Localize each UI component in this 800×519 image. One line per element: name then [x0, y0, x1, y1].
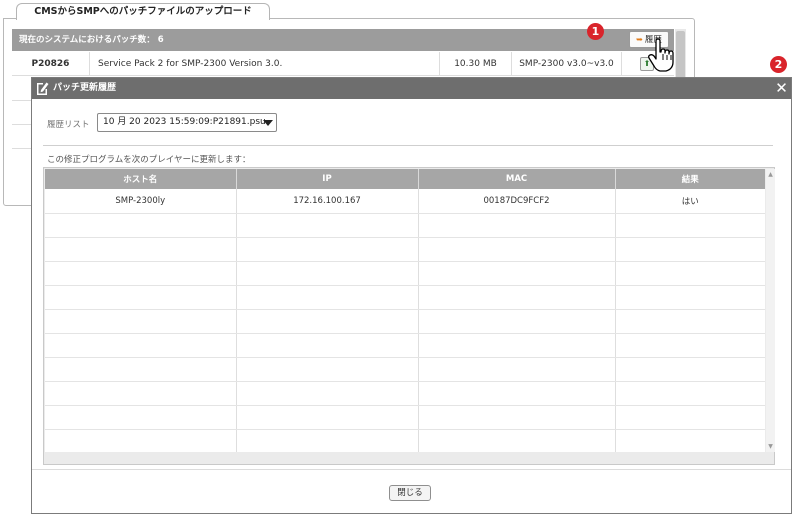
close-dialog-button[interactable]: 閉じる [389, 485, 431, 501]
player-table-container: ホスト名 IP MAC 結果 SMP-2300ly 172.16.100.167… [45, 169, 765, 452]
upload-tab[interactable]: CMSからSMPへのパッチファイルのアップロード [16, 3, 270, 20]
column-header-ip[interactable]: IP [236, 169, 419, 189]
column-header-result[interactable]: 結果 [615, 169, 765, 189]
document-edit-icon [37, 82, 49, 95]
table-row[interactable]: SMP-2300ly 172.16.100.167 00187DC9FCF2 は… [45, 189, 765, 214]
list-divider [12, 148, 32, 149]
table-row-empty [45, 333, 765, 358]
patch-id: P20826 [12, 52, 90, 76]
table-row-empty [45, 213, 765, 238]
cell-ip: 172.16.100.167 [236, 189, 419, 214]
marker-2: 2 [770, 56, 787, 73]
chevron-down-icon [263, 120, 273, 126]
patch-row[interactable]: P20826 Service Pack 2 for SMP-2300 Versi… [12, 52, 674, 76]
list-divider [12, 124, 32, 125]
arrow-right-icon: ➥ [636, 35, 643, 44]
table-header-row: ホスト名 IP MAC 結果 [45, 169, 765, 189]
table-row-empty [45, 237, 765, 262]
patch-count-text: 現在のシステムにおけるパッチ数： 6 [19, 35, 164, 45]
scroll-down-icon[interactable]: ▼ [767, 443, 774, 450]
patch-name: Service Pack 2 for SMP-2300 Version 3.0. [90, 52, 440, 76]
table-row-empty [45, 285, 765, 310]
patch-history-dialog: パッチ更新履歴 ✕ 履歴リスト 10 月 20 2023 15:59:09:P2… [31, 77, 792, 514]
hand-pointer-icon [648, 38, 674, 72]
dialog-title: パッチ更新履歴 [53, 83, 117, 93]
patch-count-header: 現在のシステムにおけるパッチ数： 6 ➥ 履歴 [12, 29, 674, 51]
cell-hostname: SMP-2300ly [45, 189, 237, 214]
player-table: ホスト名 IP MAC 結果 SMP-2300ly 172.16.100.167… [45, 169, 765, 452]
marker-1: 1 [587, 23, 604, 40]
close-icon[interactable]: ✕ [774, 80, 789, 96]
scroll-up-icon[interactable]: ▲ [767, 171, 774, 178]
dialog-titlebar[interactable]: パッチ更新履歴 ✕ [32, 78, 791, 99]
patch-version: SMP-2300 v3.0~v3.0 [512, 52, 622, 76]
list-divider [12, 100, 32, 101]
footer-divider [32, 469, 791, 470]
table-row-empty [45, 261, 765, 286]
cell-mac: 00187DC9FCF2 [418, 189, 616, 214]
update-caption: この修正プログラムを次のプレイヤーに更新します： [47, 155, 251, 165]
column-header-hostname[interactable]: ホスト名 [45, 169, 237, 189]
table-row-empty [45, 381, 765, 406]
cell-result: はい [615, 189, 765, 214]
table-row-empty [45, 429, 765, 452]
history-list-select[interactable]: 10 月 20 2023 15:59:09:P21891.psu [97, 113, 277, 132]
table-row-empty [45, 405, 765, 430]
table-row-empty [45, 309, 765, 334]
divider [43, 145, 773, 146]
table-row-empty [45, 357, 765, 382]
player-grid: ホスト名 IP MAC 結果 SMP-2300ly 172.16.100.167… [43, 167, 775, 465]
patch-size: 10.30 MB [440, 52, 512, 76]
history-selected-value: 10 月 20 2023 15:59:09:P21891.psu [103, 117, 266, 127]
table-scrollbar[interactable]: ▲ ▼ [766, 169, 775, 452]
history-list-label: 履歴リスト [47, 120, 90, 130]
column-header-mac[interactable]: MAC [418, 169, 616, 189]
